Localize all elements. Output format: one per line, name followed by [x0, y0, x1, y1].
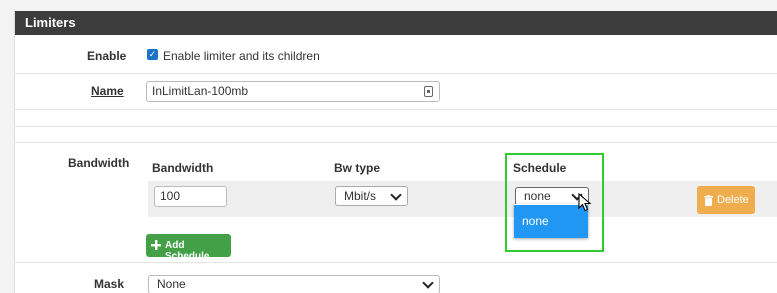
delete-button[interactable]: Delete [697, 186, 755, 214]
plus-icon [151, 240, 161, 250]
bw-type-select[interactable]: Mbit/s [335, 186, 408, 206]
divider [15, 73, 777, 74]
mouse-pointer-icon [578, 193, 592, 212]
divider [15, 109, 777, 110]
name-field[interactable]: InLimitLan-100mb [146, 81, 440, 102]
bandwidth-value: 100 [160, 189, 181, 203]
trash-icon [704, 195, 713, 206]
divider [15, 142, 777, 143]
col-header-bw-type: Bw type [334, 161, 381, 175]
bandwidth-row [148, 181, 777, 217]
col-header-bandwidth: Bandwidth [152, 161, 214, 175]
add-schedule-label: Add Schedule [165, 240, 210, 262]
enable-checkbox[interactable]: ✓ [147, 49, 158, 60]
mask-value: None [157, 277, 186, 291]
divider [15, 126, 777, 127]
enable-label: Enable [87, 49, 127, 63]
divider [15, 262, 777, 263]
bandwidth-input[interactable]: 100 [154, 186, 227, 207]
limiters-panel: Limiters Enable ✓ Enable limiter and its… [14, 11, 777, 293]
panel-title: Limiters [15, 11, 777, 35]
chevron-down-icon [422, 277, 434, 289]
mask-select[interactable]: None [148, 275, 440, 293]
name-value: InLimitLan-100mb [152, 84, 249, 98]
check-icon: ✓ [148, 49, 157, 59]
name-label: Name [91, 84, 124, 98]
mask-label: Mask [94, 277, 125, 291]
bandwidth-label: Bandwidth [68, 156, 130, 170]
delete-label: Delete [717, 194, 749, 206]
add-schedule-button[interactable]: Add Schedule [146, 234, 231, 262]
bw-type-value: Mbit/s [344, 189, 377, 203]
form-field-icon[interactable] [424, 86, 433, 97]
chevron-down-icon [390, 189, 402, 201]
enable-checkbox-text[interactable]: Enable limiter and its children [163, 49, 320, 63]
